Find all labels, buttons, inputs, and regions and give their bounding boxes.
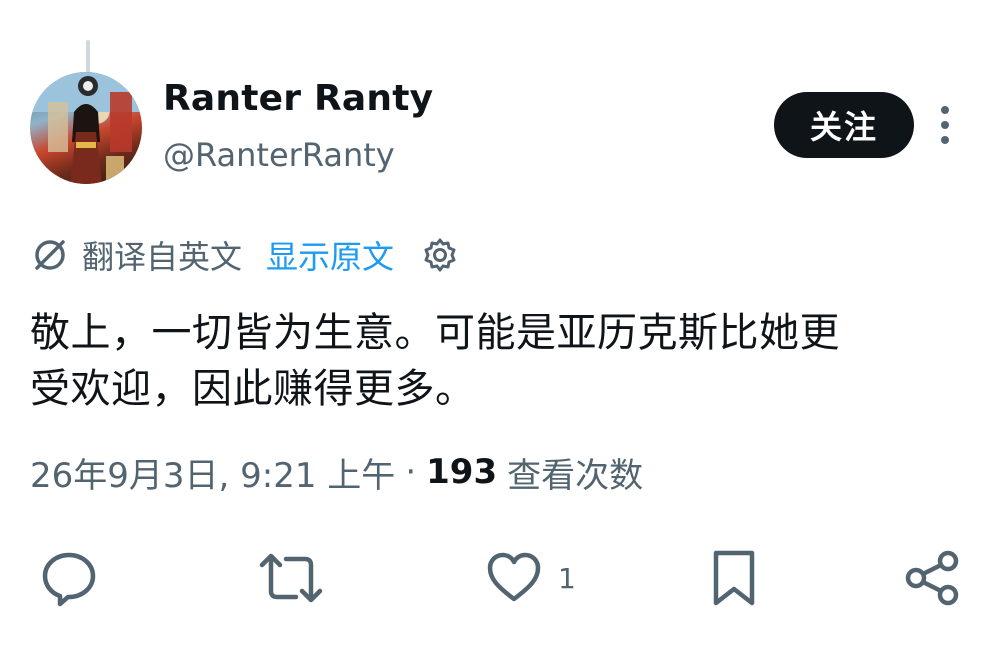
translated-from-label: 翻译自英文 — [82, 238, 243, 276]
share-icon — [905, 550, 959, 606]
tweet-text-line: 敬上，一切皆为生意。可能是亚历克斯比她更 — [30, 310, 840, 356]
view-count-label: 查看次数 — [507, 455, 644, 496]
user-handle[interactable]: @RanterRanty — [163, 136, 395, 174]
action-bar: 1 — [0, 545, 1000, 611]
tweet-timestamp[interactable]: 26年9月3日, 9:21 上午 — [30, 448, 395, 497]
tweet-meta: 26年9月3日, 9:21 上午 · 193 查看次数 — [30, 447, 643, 497]
like-count: 1 — [558, 561, 576, 595]
view-count: 193 — [426, 452, 498, 492]
avatar[interactable] — [30, 72, 142, 184]
display-name[interactable]: Ranter Ranty — [163, 78, 433, 119]
bookmark-icon — [713, 550, 755, 606]
gear-icon[interactable] — [420, 235, 460, 275]
follow-button[interactable]: 关注 — [774, 92, 914, 158]
bookmark-button[interactable] — [706, 545, 762, 611]
share-button[interactable] — [902, 545, 964, 611]
avatar-image — [30, 72, 142, 184]
thread-connector-line — [86, 40, 90, 74]
translate-icon — [30, 235, 70, 275]
reply-button[interactable] — [38, 545, 100, 611]
like-button[interactable]: 1 — [484, 545, 576, 611]
heart-icon — [487, 552, 541, 602]
meta-separator: · — [405, 452, 417, 492]
repost-button[interactable] — [256, 545, 326, 611]
speech-bubble-icon — [42, 552, 96, 607]
translation-bar: 翻译自英文 显示原文 — [30, 232, 460, 278]
tweet-text-line: 受欢迎，因此赚得更多。 — [30, 366, 476, 412]
more-vertical-icon[interactable] — [930, 100, 960, 150]
show-original-link[interactable]: 显示原文 — [266, 232, 394, 278]
repost-arrows-icon — [259, 553, 323, 603]
tweet-text: 敬上，一切皆为生意。可能是亚历克斯比她更 受欢迎，因此赚得更多。 — [30, 305, 965, 417]
